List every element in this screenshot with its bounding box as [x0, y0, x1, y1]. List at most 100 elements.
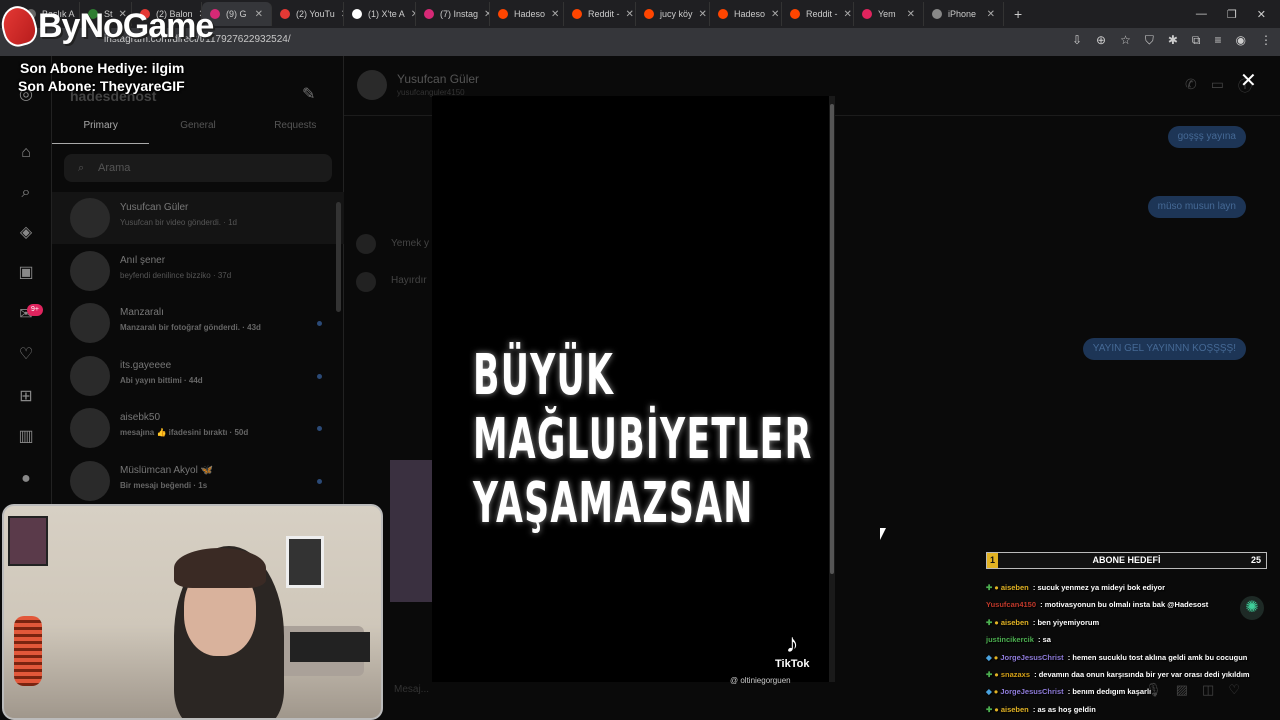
video-scroll-thumb[interactable]: [830, 104, 834, 574]
video-caption-line: MAĞLUBİYETLER: [473, 407, 813, 472]
message-bubble[interactable]: Yemek y: [391, 238, 429, 249]
streamer-hair: [174, 548, 266, 588]
url-toolbar: ⇩ ⊕ ☆ ⛉ ✱ ⧉ ≡ ◉ ⋮: [1072, 33, 1272, 48]
avatar: [70, 460, 110, 501]
tab-requests[interactable]: Requests: [247, 120, 344, 144]
avatar: [70, 355, 110, 396]
chat-text: motivasyonun bu olmalı insta bak @Hadeso…: [1044, 600, 1209, 610]
conversation-preview: Manzaralı bir fotoğraf gönderdi. · 43d: [120, 323, 261, 332]
media-icon[interactable]: ≡: [1215, 33, 1222, 48]
chat-separator: :: [1035, 635, 1043, 645]
list-item[interactable]: Yusufcan Güler Yusufcan bir video gönderd…: [52, 192, 344, 244]
tab-close-icon[interactable]: ✕: [699, 9, 707, 20]
unread-dot: [317, 478, 322, 484]
tab-favicon-icon: [498, 9, 508, 19]
avatar: [70, 408, 110, 448]
browser-tab[interactable]: Reddit - ✕: [564, 2, 636, 26]
extension-icon[interactable]: ✱: [1168, 33, 1178, 48]
browser-tab[interactable]: Hadeso ✕: [710, 2, 782, 26]
reels-icon[interactable]: ▣: [17, 264, 35, 282]
browser-tab[interactable]: Reddit - ✕: [782, 2, 854, 26]
restore-icon[interactable]: ❐: [1227, 8, 1237, 21]
chat-contact-name[interactable]: Yusufcan Güler: [397, 72, 479, 86]
heart-icon[interactable]: ♡: [17, 346, 35, 364]
conversation-name: Anıl şener: [120, 254, 166, 266]
chat-badge-icon: ◆: [986, 652, 992, 662]
tab-close-icon[interactable]: ✕: [255, 9, 263, 20]
profile-avatar-icon[interactable]: ●: [17, 470, 35, 488]
subscriber-goal-bar: ABONE HEDEFİ 25 1: [986, 552, 1267, 569]
zoom-icon[interactable]: ⊕: [1096, 33, 1106, 48]
goal-label: ABONE HEDEFİ: [1092, 555, 1161, 565]
list-item[interactable]: Anıl şener beyfendi denilince bizziko · 3…: [52, 245, 344, 297]
chat-badge-icon: ✚: [986, 704, 993, 714]
chat-username: snazaxs: [1000, 670, 1031, 679]
star-icon[interactable]: ☆: [1120, 33, 1131, 48]
minimize-icon[interactable]: —: [1196, 8, 1207, 20]
tab-close-icon[interactable]: ✕: [771, 9, 779, 20]
search-input[interactable]: ⌕ Arama: [64, 154, 332, 182]
create-icon[interactable]: ⊞: [17, 388, 35, 406]
close-window-icon[interactable]: ✕: [1257, 8, 1266, 21]
list-item[interactable]: its.gayeeee Abi yayın bittimi · 44d: [52, 350, 344, 402]
close-icon[interactable]: ✕: [1240, 68, 1257, 93]
profile-icon[interactable]: ◉: [1236, 33, 1246, 48]
search-icon[interactable]: ⌕: [17, 184, 35, 202]
video-caption-line: BÜYÜK: [473, 343, 615, 408]
tab-general[interactable]: General: [149, 120, 246, 144]
tab-title: Reddit -: [588, 9, 620, 19]
browser-tab[interactable]: (2) YouTu✕: [272, 2, 344, 26]
tab-close-icon[interactable]: ✕: [907, 9, 915, 20]
dm-scrollbar[interactable]: [336, 202, 341, 312]
chat-text: sa: [1042, 635, 1051, 645]
video-thumbnail[interactable]: [390, 460, 432, 602]
tab-close-icon[interactable]: ✕: [551, 9, 559, 20]
video-call-icon[interactable]: ▭: [1211, 76, 1224, 96]
browser-tab[interactable]: Hadeso ✕: [490, 2, 564, 26]
chat-separator: :: [1038, 600, 1045, 610]
message-bubble[interactable]: Hayırdır: [391, 275, 427, 286]
conversation-name: aisebk50: [120, 412, 161, 423]
chat-username: JorgeJesusChrist: [1000, 687, 1064, 697]
dashboard-icon[interactable]: ▥: [17, 428, 35, 446]
list-item[interactable]: Müslümcan Akyol 🦋 Bir mesajı beğendi · 1s: [52, 455, 344, 507]
home-icon[interactable]: ⌂: [17, 144, 35, 162]
browser-tab[interactable]: iPhone ✕: [924, 2, 1004, 26]
browser-tab[interactable]: jucy köy ✕: [636, 2, 710, 26]
sticker-icon[interactable]: ◫: [1202, 682, 1214, 698]
assistant-icon[interactable]: ✺: [1240, 596, 1264, 620]
list-item[interactable]: Manzaralı Manzaralı bir fotoğraf gönderdi…: [52, 297, 344, 349]
phone-icon[interactable]: ✆: [1185, 76, 1197, 96]
shield-icon[interactable]: ⛉: [1145, 33, 1154, 48]
browser-tab[interactable]: (7) Instag✕: [416, 2, 490, 26]
last-sub-text: Son Abone: TheyyareGIF: [18, 78, 185, 94]
tab-close-icon[interactable]: ✕: [626, 9, 634, 20]
like-heart-icon[interactable]: ♡: [1228, 682, 1240, 698]
install-icon[interactable]: ⇩: [1072, 33, 1082, 48]
browser-tab[interactable]: Yem ✕: [854, 2, 924, 26]
tab-favicon-icon: [644, 9, 654, 19]
sub-badge-icon: ●: [994, 617, 999, 627]
image-icon[interactable]: ▨: [1176, 682, 1188, 698]
new-tab-button[interactable]: +: [1014, 6, 1022, 22]
tab-close-icon[interactable]: ✕: [987, 9, 995, 20]
explore-icon[interactable]: ◈: [17, 224, 35, 242]
message-bubble[interactable]: YAYIN GEL YAYINNN KOŞŞŞŞ!: [1082, 338, 1246, 360]
puzzle-icon[interactable]: ⧉: [1192, 33, 1201, 48]
message-input[interactable]: Mesaj...: [394, 684, 429, 695]
stream-chat-message: ✚ ● snazaxs : devamın daa onun karşısında …: [986, 670, 1250, 679]
chat-text: hemen sucuklu tost aklına geldi amk bu c…: [1072, 652, 1248, 662]
tab-close-icon[interactable]: ✕: [844, 9, 852, 20]
stream-chat-message: justincikercik : sa: [986, 635, 1051, 644]
list-item[interactable]: aisebk50 mesajına 👍 ifadesini bıraktı · 5…: [52, 402, 344, 454]
menu-icon[interactable]: ⋮: [1260, 33, 1272, 48]
compose-icon[interactable]: ✎: [302, 84, 315, 104]
browser-tab[interactable]: (1) X'te A✕: [344, 2, 416, 26]
message-bubble[interactable]: müso musun layn: [1147, 196, 1246, 218]
tab-primary[interactable]: Primary: [52, 120, 150, 144]
chat-text: ben yiyemiyorum: [1037, 617, 1100, 627]
avatar: [70, 303, 110, 343]
tab-title: (7) Instag: [440, 9, 479, 19]
message-bubble[interactable]: goşşş yayına: [1167, 126, 1246, 148]
avatar[interactable]: [357, 70, 387, 100]
